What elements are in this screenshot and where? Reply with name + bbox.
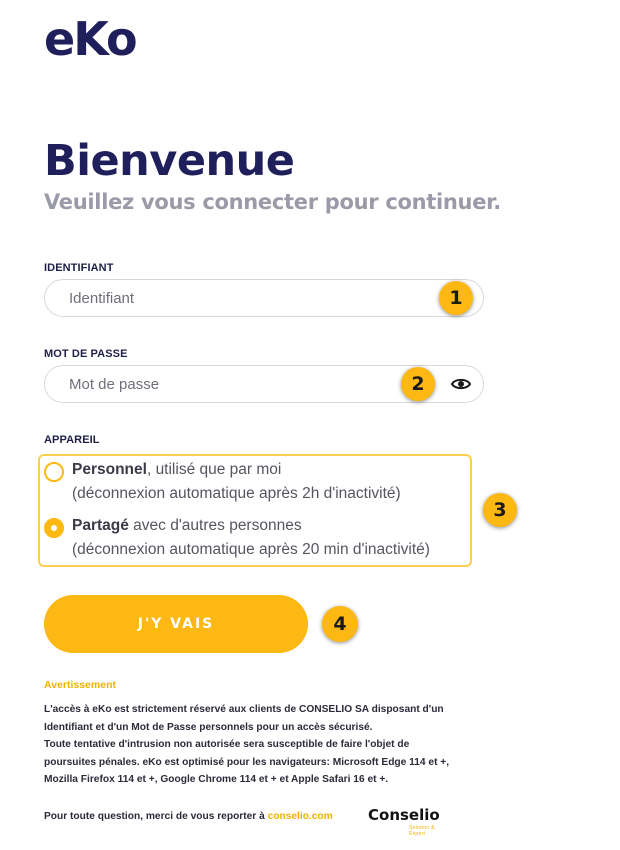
option-shared-title: Partagé avec d'autres personnes — [72, 517, 302, 534]
footer-text: Pour toute question, merci de vous repor… — [44, 811, 333, 822]
warning-line: Identifiant et d'un Mot de Passe personn… — [44, 721, 373, 733]
brand-tagline: Solution & Expert — [409, 825, 435, 837]
page-title: Bienvenue — [44, 136, 295, 186]
radio-shared[interactable] — [44, 518, 64, 538]
warning-line: poursuites pénales. eKo est optimisé pou… — [44, 756, 450, 768]
warning-line: Toute tentative d'intrusion non autorisé… — [44, 739, 410, 750]
annotation-badge-1: 1 — [439, 281, 473, 315]
submit-button[interactable]: J'Y VAIS — [44, 595, 308, 653]
annotation-badge-4: 4 — [322, 606, 358, 642]
logo-text: eKo — [44, 12, 138, 66]
password-label: MOT DE PASSE — [44, 348, 128, 360]
option-personal-title: Personnel, utilisé que par moi — [72, 461, 282, 478]
warning-line: Mozilla Firefox 114 et +, Google Chrome … — [44, 774, 389, 785]
warning-line: L'accès à eKo est strictement réservé au… — [44, 704, 444, 715]
eko-logo: eKo — [44, 12, 156, 66]
eye-icon[interactable] — [450, 375, 472, 393]
device-label: APPAREIL — [44, 434, 100, 446]
identifier-input[interactable] — [69, 280, 429, 316]
warning-text: L'accès à eKo est strictement réservé au… — [44, 701, 504, 789]
conselio-link[interactable]: conselio.com — [268, 811, 333, 822]
page-subtitle: Veuillez vous connecter pour continuer. — [44, 190, 501, 214]
annotation-badge-2: 2 — [401, 367, 435, 401]
option-personal-detail: (déconnexion automatique après 2h d'inac… — [72, 485, 401, 502]
identifier-field — [44, 279, 484, 317]
warning-title: Avertissement — [44, 679, 116, 691]
password-input[interactable] — [69, 366, 429, 402]
brand-name: Conselio — [368, 806, 440, 824]
annotation-badge-3: 3 — [483, 493, 517, 527]
conselio-logo: Conselio Solution & Expert — [368, 806, 452, 837]
radio-personal[interactable] — [44, 462, 64, 482]
identifier-label: IDENTIFIANT — [44, 262, 114, 274]
option-shared-detail: (déconnexion automatique après 20 min d'… — [72, 541, 430, 558]
